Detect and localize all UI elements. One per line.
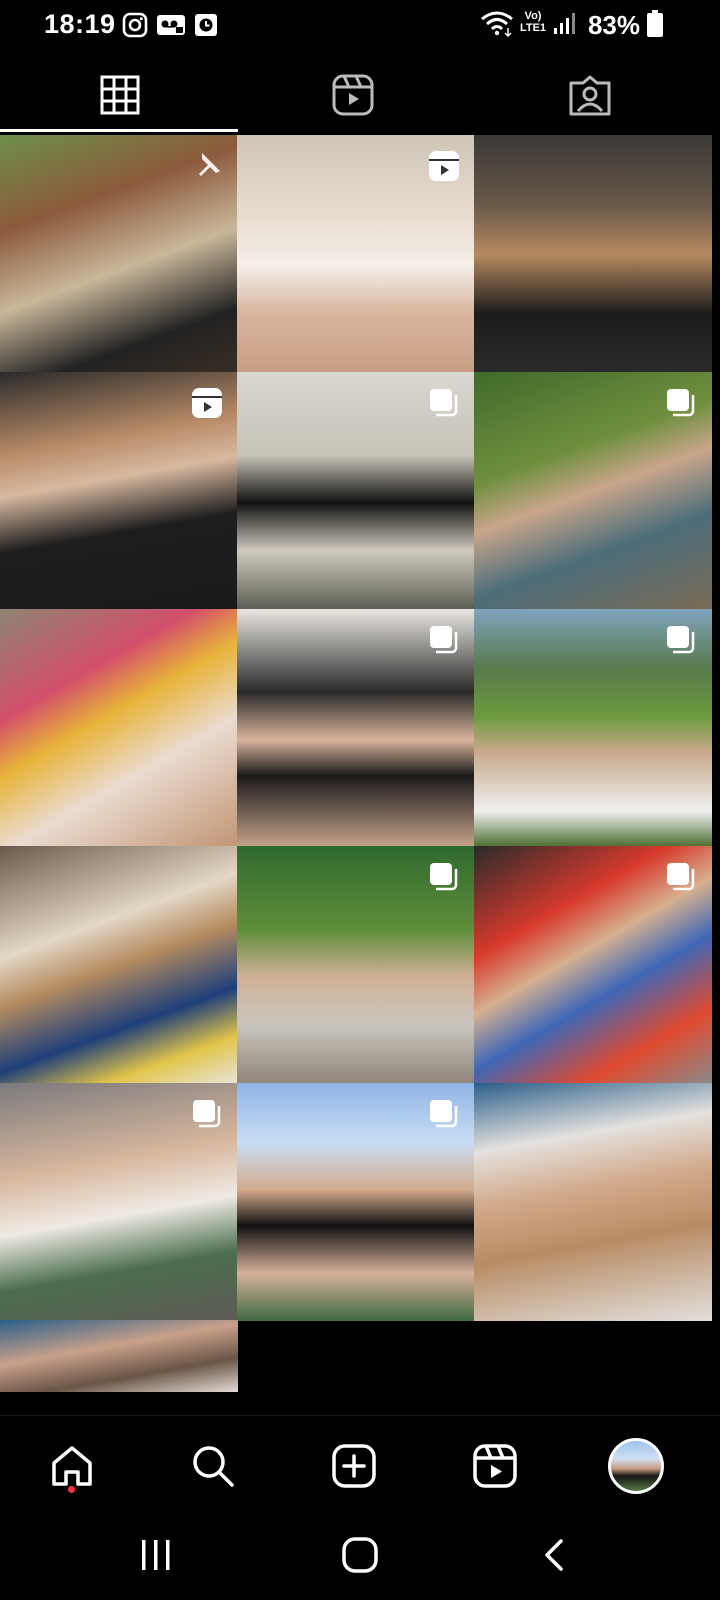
nav-search[interactable] [141, 1416, 285, 1516]
post-tile[interactable] [0, 1320, 238, 1392]
carousel-icon [667, 389, 695, 417]
signal-icon [554, 13, 575, 34]
wifi-icon [481, 11, 513, 38]
post-tile[interactable] [0, 1083, 238, 1321]
reels-icon [332, 74, 374, 116]
instagram-icon [122, 12, 148, 38]
carousel-icon [667, 626, 695, 654]
system-home-icon [342, 1537, 378, 1573]
post-tile[interactable] [237, 846, 475, 1084]
recents-icon [142, 1540, 170, 1570]
post-photo [0, 846, 238, 1084]
notification-dot [68, 1486, 75, 1493]
active-tab-indicator [0, 129, 238, 132]
tagged-person-icon [569, 75, 611, 116]
nav-home[interactable] [0, 1416, 144, 1516]
post-tile[interactable] [0, 372, 238, 610]
nav-reels[interactable] [423, 1416, 567, 1516]
post-tile[interactable] [0, 846, 238, 1084]
system-navigation [0, 1515, 720, 1600]
post-tile[interactable] [237, 609, 475, 847]
status-time: 18:19 [44, 9, 116, 39]
add-post-icon [332, 1444, 376, 1488]
post-tile[interactable] [474, 372, 712, 610]
post-tile[interactable] [474, 846, 712, 1084]
carousel-icon [193, 1100, 221, 1128]
tab-tagged[interactable] [470, 55, 710, 135]
tab-reels[interactable] [233, 55, 473, 135]
battery-percent: 83% [587, 10, 640, 40]
post-photo [474, 135, 712, 373]
carousel-icon [430, 626, 458, 654]
back-icon [545, 1539, 563, 1571]
post-tile[interactable] [237, 1083, 475, 1321]
post-photo [0, 609, 238, 847]
profile-avatar [608, 1438, 664, 1494]
post-photo [474, 1083, 712, 1321]
search-icon [193, 1446, 234, 1487]
nav-create[interactable] [282, 1416, 426, 1516]
voicemail-icon [157, 15, 185, 35]
reels-icon [473, 1444, 517, 1488]
system-recents-button[interactable] [96, 1525, 216, 1585]
reel-icon [429, 151, 459, 181]
post-photo [0, 1320, 238, 1392]
grid-icon [100, 75, 140, 115]
system-back-button[interactable] [494, 1525, 614, 1585]
tab-grid[interactable] [0, 55, 240, 135]
post-tile[interactable] [0, 135, 238, 373]
carousel-icon [430, 1100, 458, 1128]
carousel-icon [430, 389, 458, 417]
profile-tabs [0, 55, 720, 135]
carousel-icon [667, 863, 695, 891]
system-home-button[interactable] [300, 1525, 420, 1585]
post-tile[interactable] [474, 135, 712, 373]
post-tile[interactable] [237, 135, 475, 373]
nav-profile[interactable] [564, 1416, 708, 1516]
post-tile[interactable] [0, 609, 238, 847]
battery-icon [647, 10, 663, 37]
network-label: Vo) LTE1 [519, 10, 547, 34]
post-tile[interactable] [474, 1083, 712, 1321]
clock-app-icon [195, 14, 217, 36]
home-icon [52, 1446, 92, 1486]
pinned-icon [199, 153, 220, 176]
carousel-icon [430, 863, 458, 891]
post-tile[interactable] [474, 609, 712, 847]
bottom-navigation [0, 1415, 720, 1516]
status-bar: 18:19 Vo) LTE1 83% [0, 0, 720, 50]
post-tile[interactable] [237, 372, 475, 610]
reel-icon [192, 388, 222, 418]
